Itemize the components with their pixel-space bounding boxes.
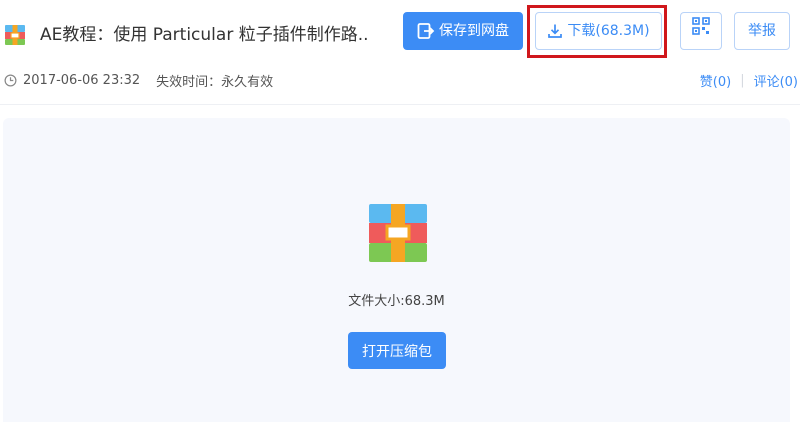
file-preview-panel: 文件大小:68.3M 打开压缩包: [3, 118, 790, 422]
download-icon: [547, 23, 563, 39]
save-icon: [417, 22, 435, 40]
expire-info: 失效时间：永久有效: [156, 75, 274, 90]
report-button-label: 举报: [748, 23, 776, 39]
open-archive-button[interactable]: 打开压缩包: [348, 332, 446, 369]
file-header: AE教程：使用 Particular 粒子插件制作路.. 保存到网盘 下载(68…: [0, 0, 800, 105]
open-archive-label: 打开压缩包: [362, 343, 432, 360]
file-actions: 赞(0) | 评论(0): [700, 71, 798, 90]
download-button[interactable]: 下载(68.3M): [535, 12, 662, 50]
qr-code-button[interactable]: [680, 12, 722, 50]
comment-link[interactable]: 评论(0): [754, 71, 798, 90]
save-to-cloud-button[interactable]: 保存到网盘: [403, 12, 523, 50]
download-button-label: 下载(68.3M): [567, 23, 650, 39]
save-button-label: 保存到网盘: [439, 23, 509, 39]
file-size: 文件大小:68.3M: [348, 294, 445, 309]
upload-date: 2017-06-06 23:32: [23, 73, 141, 88]
archive-icon: [5, 25, 25, 45]
like-link[interactable]: 赞(0): [700, 71, 731, 90]
archive-icon: [369, 204, 427, 262]
file-meta: 2017-06-06 23:32 失效时间：永久有效: [4, 71, 273, 90]
report-button[interactable]: 举报: [734, 12, 790, 50]
clock-icon: [4, 74, 17, 87]
qr-code-icon: [692, 12, 710, 50]
file-title: AE教程：使用 Particular 粒子插件制作路..: [40, 25, 369, 45]
separator: |: [740, 73, 745, 88]
